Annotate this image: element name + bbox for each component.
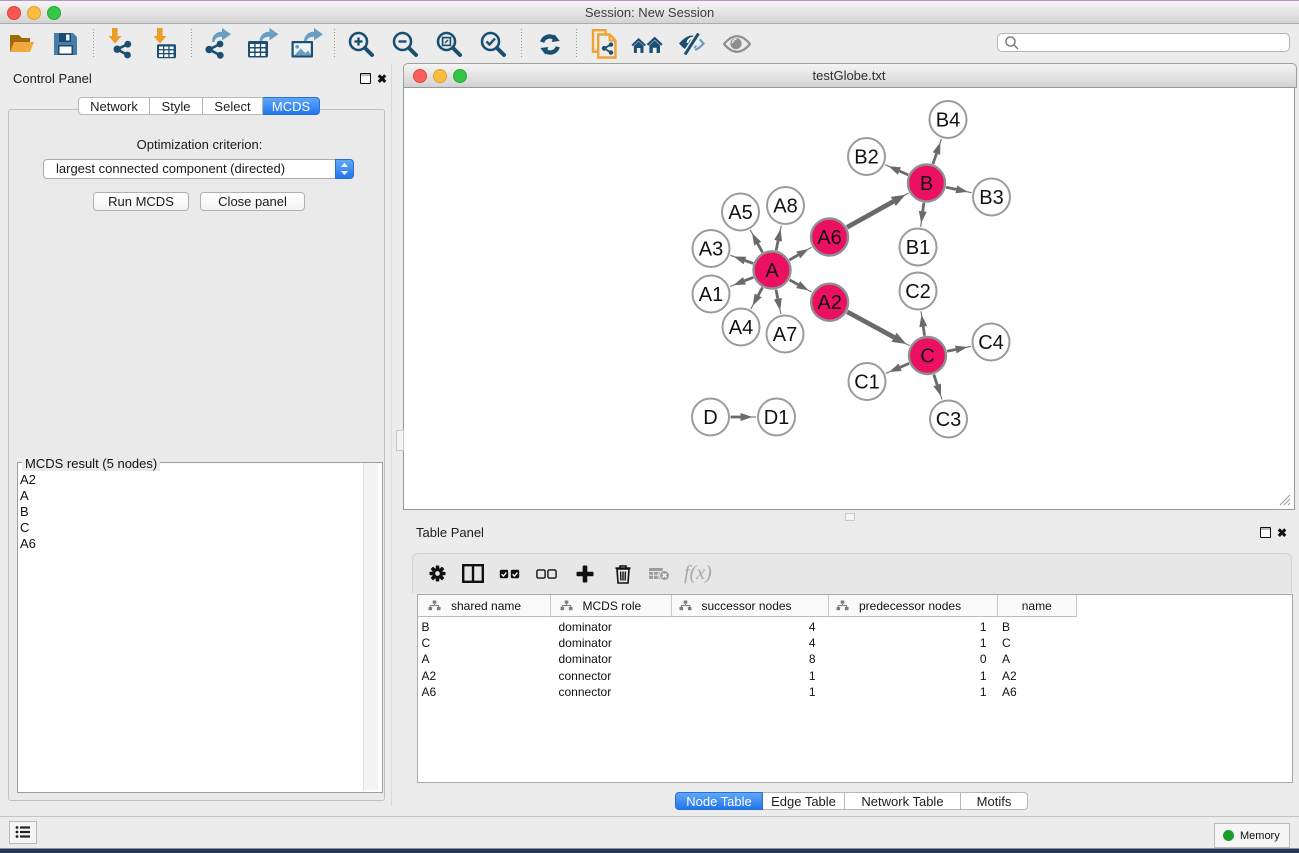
svg-text:C1: C1 — [854, 372, 880, 394]
svg-text:A6: A6 — [817, 227, 841, 249]
svg-text:A5: A5 — [728, 202, 752, 224]
svg-text:D: D — [703, 407, 717, 429]
svg-text:D1: D1 — [764, 407, 790, 429]
svg-text:B: B — [920, 173, 933, 195]
svg-text:C3: C3 — [936, 409, 962, 431]
svg-text:A7: A7 — [773, 324, 797, 346]
svg-text:C4: C4 — [978, 332, 1004, 354]
svg-text:C2: C2 — [905, 281, 931, 303]
svg-text:B4: B4 — [936, 110, 960, 132]
svg-text:B1: B1 — [906, 237, 930, 259]
svg-text:A3: A3 — [699, 239, 723, 261]
svg-text:B3: B3 — [979, 187, 1003, 209]
svg-text:A2: A2 — [817, 292, 841, 314]
svg-text:B2: B2 — [854, 147, 878, 169]
svg-text:A1: A1 — [699, 284, 723, 306]
svg-text:A4: A4 — [729, 317, 753, 339]
svg-text:A: A — [765, 260, 779, 282]
svg-text:A8: A8 — [773, 196, 797, 218]
svg-text:C: C — [920, 346, 934, 368]
